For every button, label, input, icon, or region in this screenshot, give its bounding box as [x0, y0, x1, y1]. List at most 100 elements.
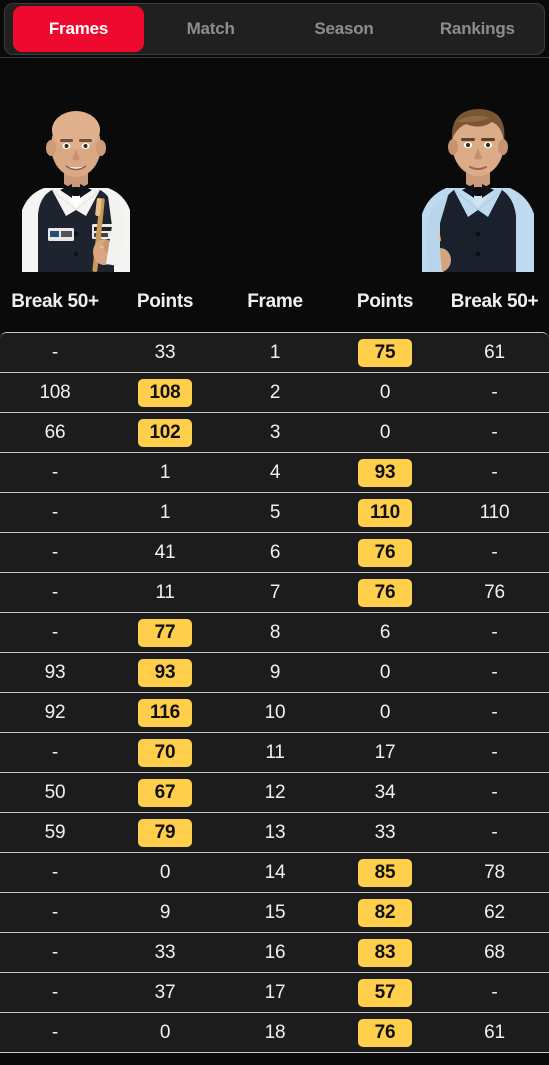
- left-points-cell: 0: [110, 1022, 220, 1044]
- frame-number-cell: 17: [220, 982, 330, 1004]
- left-break-cell-value: -: [51, 341, 59, 363]
- right-points-cell: 33: [330, 822, 440, 844]
- tab-rankings[interactable]: Rankings: [411, 7, 544, 51]
- right-break-cell-value: -: [491, 621, 498, 643]
- frame-number-cell: 3: [220, 422, 330, 444]
- left-points-cell-value: 1: [159, 501, 171, 523]
- right-break-cell: -: [440, 782, 549, 804]
- right-break-cell-value: -: [491, 981, 498, 1003]
- table-row[interactable]: 108 108 2 0 -: [0, 373, 549, 413]
- table-row[interactable]: 93 93 9 0 -: [0, 653, 549, 693]
- frame-number-cell: 1: [220, 342, 330, 364]
- frame-number-cell-value: 13: [264, 821, 286, 843]
- table-body: -33 1 75 61 108 108 2 0-66 102 3 0- -1 4 93- -1 5 110 110…: [0, 332, 549, 1053]
- tab-season[interactable]: Season: [277, 7, 410, 51]
- table-row[interactable]: - 37 17 57 -: [0, 973, 549, 1013]
- left-points-cell: 79: [110, 818, 220, 847]
- right-points-cell-value: 0: [379, 701, 391, 723]
- left-break-cell: 59: [0, 822, 110, 844]
- player-portrait-right: [388, 100, 549, 272]
- frame-winner-badge: 116: [138, 698, 192, 727]
- right-points-cell-value: 6: [379, 621, 391, 643]
- frame-winner-badge: 77: [138, 618, 192, 647]
- right-points-cell-value: 34: [374, 781, 396, 803]
- right-points-cell: 75: [330, 338, 440, 367]
- table-row[interactable]: 50 67 12 34 -: [0, 773, 549, 813]
- left-break-cell: 50: [0, 782, 110, 804]
- right-break-cell: -: [440, 542, 549, 564]
- left-points-cell: 33: [110, 342, 220, 364]
- left-break-cell-value: 92: [44, 701, 66, 723]
- frame-number-cell-value: 5: [269, 501, 281, 523]
- right-points-cell-value: 0: [379, 421, 391, 443]
- left-break-cell-value: -: [51, 581, 59, 603]
- frame-number-cell-value: 16: [264, 941, 286, 963]
- table-row[interactable]: - 70 11 17 -: [0, 733, 549, 773]
- table-header-row: Break 50+ Points Frame Points Break 50+: [0, 272, 549, 332]
- frame-winner-badge: 93: [138, 658, 192, 687]
- left-break-cell-value: 93: [44, 661, 66, 683]
- frame-winner-badge: 76: [358, 578, 412, 607]
- frame-number-cell: 13: [220, 822, 330, 844]
- right-points-cell: 76: [330, 538, 440, 567]
- frame-number-cell-value: 3: [269, 421, 281, 443]
- right-points-cell: 76: [330, 578, 440, 607]
- table-row[interactable]: - 0 18 76 61: [0, 1013, 549, 1053]
- right-break-cell-value: -: [491, 781, 498, 803]
- frame-winner-badge: 76: [358, 1018, 412, 1047]
- table-row[interactable]: - 1 5 110 110: [0, 493, 549, 533]
- table-row[interactable]: - 77 8 6 -: [0, 613, 549, 653]
- table-row[interactable]: - 0 14 85 78: [0, 853, 549, 893]
- table-row[interactable]: - 9 15 82 62: [0, 893, 549, 933]
- left-points-cell: 116: [110, 698, 220, 727]
- table-row[interactable]: 92 116 10 0 -: [0, 693, 549, 733]
- left-break-cell: -: [0, 902, 110, 924]
- right-break-cell-value: 68: [484, 941, 505, 963]
- tab-frames[interactable]: Frames: [13, 6, 144, 52]
- right-break-cell: -: [440, 622, 549, 644]
- right-points-cell: 76: [330, 1018, 440, 1047]
- left-break-cell-value: -: [51, 981, 59, 1003]
- left-points-cell: 1: [110, 502, 220, 524]
- left-break-cell-value: -: [51, 1021, 59, 1043]
- table-row[interactable]: - 11 7 76 76: [0, 573, 549, 613]
- right-break-cell-value: 110: [479, 501, 510, 523]
- right-break-cell: -: [440, 382, 549, 404]
- frame-winner-badge: 108: [138, 378, 192, 407]
- table-row[interactable]: - 41 6 76 -: [0, 533, 549, 573]
- frame-winner-badge: 83: [358, 938, 412, 967]
- right-break-cell: 68: [440, 942, 549, 964]
- frame-winner-badge: 85: [358, 858, 412, 887]
- right-break-cell: -: [440, 662, 549, 684]
- table-row[interactable]: - 33 16 83 68: [0, 933, 549, 973]
- frame-winner-badge: 93: [358, 458, 412, 487]
- left-points-cell-value: 41: [154, 541, 176, 563]
- left-points-cell: 9: [110, 902, 220, 924]
- right-break-cell-value: -: [491, 421, 498, 443]
- tab-match[interactable]: Match: [144, 7, 277, 51]
- right-break-cell: 76: [440, 582, 549, 604]
- right-break-cell: -: [440, 742, 549, 764]
- left-break-cell-value: 59: [44, 821, 66, 843]
- frame-number-cell: 6: [220, 542, 330, 564]
- table-row[interactable]: 66 102 3 0 -: [0, 413, 549, 453]
- frame-number-cell: 2: [220, 382, 330, 404]
- right-break-cell: -: [440, 982, 549, 1004]
- table-row[interactable]: 59 79 13 33 -: [0, 813, 549, 853]
- right-break-cell: 61: [440, 342, 549, 364]
- right-break-cell-value: 62: [484, 901, 505, 923]
- frame-number-cell-value: 12: [264, 781, 286, 803]
- frame-number-cell-value: 18: [264, 1021, 286, 1043]
- left-break-cell-value: 50: [44, 781, 66, 803]
- right-points-cell-value: 17: [374, 741, 396, 763]
- table-row[interactable]: - 1 4 93 -: [0, 453, 549, 493]
- left-points-cell-value: 0: [159, 861, 171, 883]
- right-points-cell-value: 0: [379, 661, 391, 683]
- right-break-cell: -: [440, 702, 549, 724]
- frame-winner-badge: 82: [358, 898, 412, 927]
- right-points-cell: 57: [330, 978, 440, 1007]
- frame-number-cell: 8: [220, 622, 330, 644]
- frame-number-cell-value: 9: [269, 661, 281, 683]
- table-row[interactable]: - 33 1 75 61: [0, 333, 549, 373]
- left-points-cell-value: 9: [159, 901, 171, 923]
